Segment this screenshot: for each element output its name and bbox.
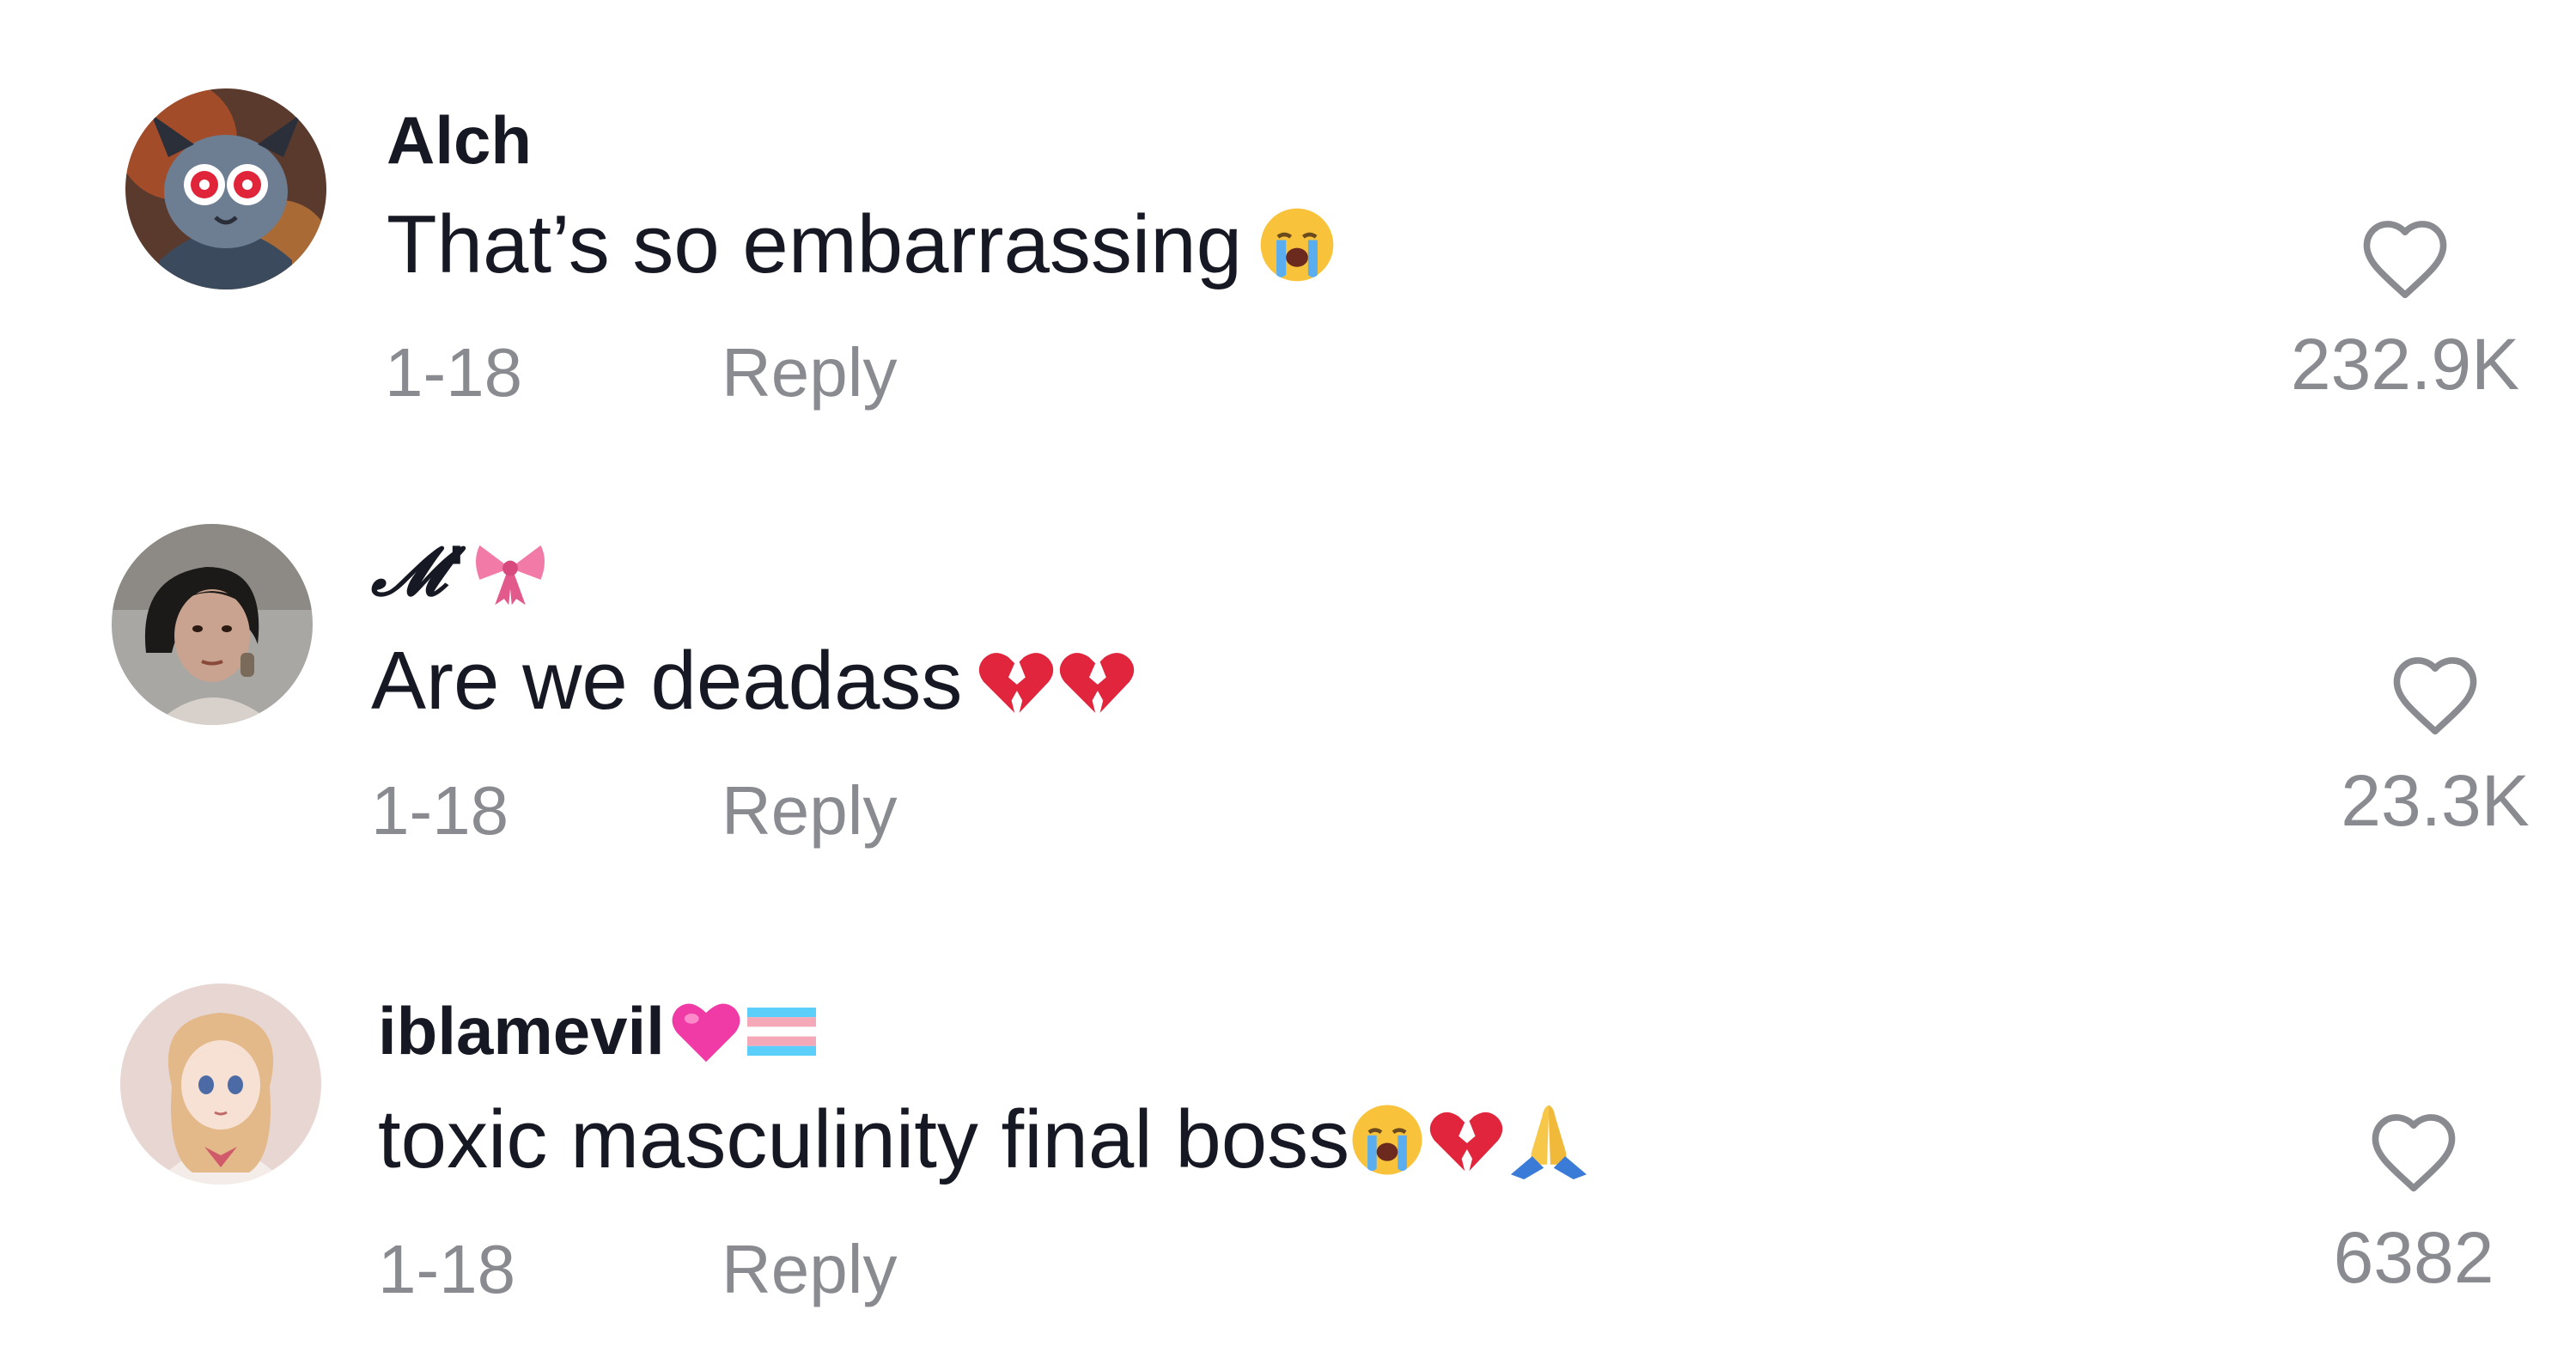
comment-date: 1-18 bbox=[371, 772, 509, 849]
reply-button[interactable]: Reply bbox=[722, 1230, 898, 1309]
like-count: 23.3K bbox=[2341, 760, 2530, 841]
like-button[interactable]: 6382 bbox=[2250, 1110, 2576, 1300]
broken-heart-icon bbox=[1058, 646, 1136, 716]
ribbon-icon bbox=[472, 538, 549, 606]
broken-heart-icon bbox=[977, 646, 1055, 716]
comment-text-content: toxic masculinity final boss bbox=[378, 1093, 1350, 1185]
avatar-image bbox=[120, 984, 321, 1185]
comment-date: 1-18 bbox=[378, 1231, 516, 1307]
comment-text-content: Are we deadass bbox=[371, 635, 963, 727]
heart-outline-icon[interactable] bbox=[2388, 653, 2482, 737]
loudly-crying-face-icon bbox=[1349, 1102, 1425, 1178]
like-count: 6382 bbox=[2333, 1217, 2494, 1298]
broken-heart-icon bbox=[1428, 1105, 1504, 1174]
comment-username[interactable]: iblamevil bbox=[378, 992, 816, 1070]
folded-hands-icon bbox=[1507, 1100, 1590, 1179]
comment-emojis bbox=[977, 646, 1136, 716]
username-text: iblamevil bbox=[378, 993, 665, 1069]
comment-username[interactable]: 𝓜' bbox=[371, 533, 549, 612]
username-text: 𝓜' bbox=[371, 533, 467, 611]
pink-heart-icon bbox=[670, 998, 742, 1065]
transgender-flag-icon bbox=[746, 1007, 816, 1056]
comment-text: toxic masculinity final boss bbox=[378, 1093, 1590, 1187]
comment-text: Are we deadass bbox=[371, 634, 1136, 728]
avatar-image bbox=[112, 524, 313, 725]
comment-item: iblamevil toxic masculinity final boss 1… bbox=[0, 0, 2576, 1307]
avatar[interactable] bbox=[112, 524, 313, 725]
reply-button[interactable]: Reply bbox=[722, 771, 898, 850]
comment-emojis bbox=[1349, 1100, 1590, 1179]
avatar[interactable] bbox=[120, 984, 321, 1185]
heart-outline-icon[interactable] bbox=[2366, 1110, 2461, 1194]
like-button[interactable]: 23.3K bbox=[2272, 653, 2576, 843]
